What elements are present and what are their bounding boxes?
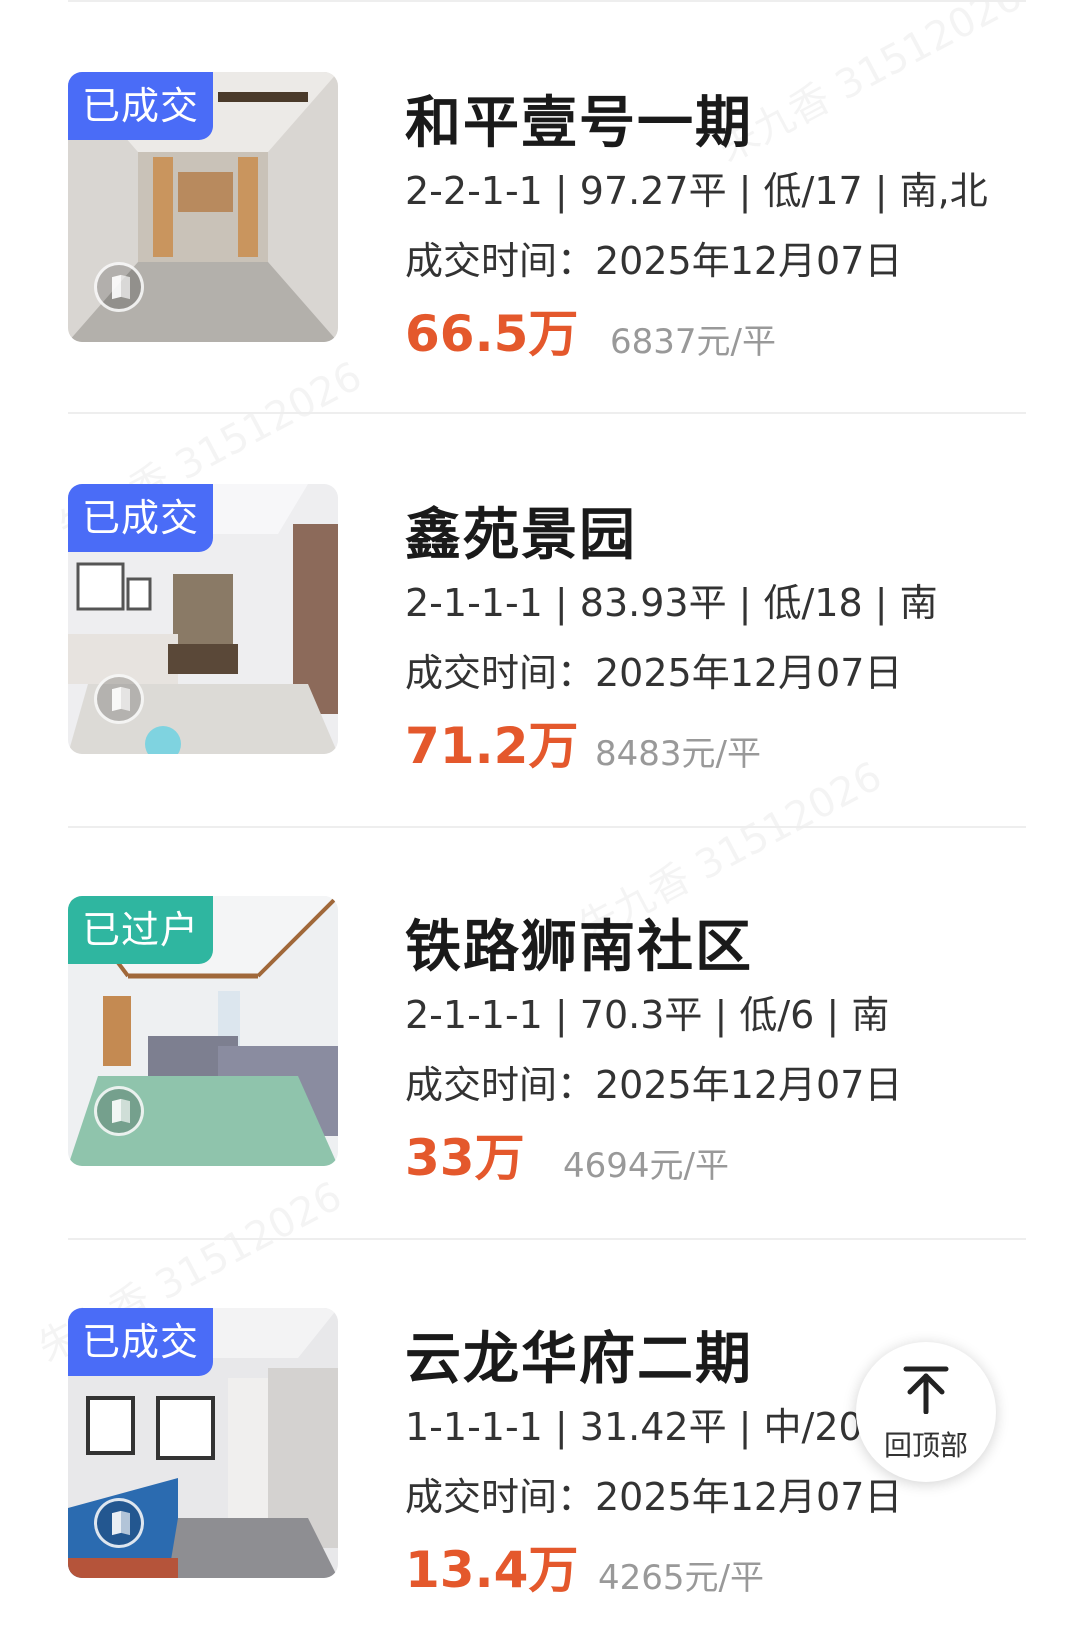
unit-price: 6837元/平 [610, 322, 776, 362]
deal-time: 成交时间：2025年12月07日 [405, 651, 903, 695]
status-tag: 已过户 [68, 896, 214, 964]
listing-specs: 2-2-1-1 | 97.27平 | 低/17 | 南,北 [405, 169, 988, 213]
total-price: 13.4万 [405, 1541, 579, 1599]
total-price: 66.5万 [405, 305, 579, 363]
arrow-up-icon [903, 1366, 949, 1414]
divider [68, 0, 1026, 2]
divider [68, 826, 1026, 828]
deal-time: 成交时间：2025年12月07日 [405, 1063, 903, 1107]
back-to-top-label: 回顶部 [883, 1429, 968, 1462]
listing-item[interactable]: 已成交 鑫苑景园 2-1-1-1 | 83.93平 | 低/18 | 南 成交时… [0, 484, 1080, 784]
listing-photo[interactable]: 已过户 [68, 896, 338, 1166]
vr-tour-icon[interactable] [94, 674, 144, 724]
back-to-top-button[interactable]: 回顶部 [856, 1342, 996, 1482]
listing-photo[interactable]: 已成交 [68, 72, 338, 342]
sold-listings-page: 朱九香 31512026 朱九香 31512026 朱九香 31512026 朱… [0, 0, 1080, 1634]
listing-title[interactable]: 铁路狮南社区 [405, 902, 753, 983]
vr-tour-icon[interactable] [94, 1498, 144, 1548]
vr-tour-icon[interactable] [94, 1086, 144, 1136]
deal-time: 成交时间：2025年12月07日 [405, 1475, 903, 1519]
total-price: 71.2万 [405, 717, 579, 775]
listing-item[interactable]: 已成交 和平壹号一期 2-2-1-1 | 97.27平 | 低/17 | 南,北… [0, 72, 1080, 372]
status-tag: 已成交 [68, 484, 214, 552]
listing-specs: 1-1-1-1 | 31.42平 | 中/20 | [405, 1405, 888, 1449]
status-tag: 已成交 [68, 1308, 214, 1376]
divider [68, 1238, 1026, 1240]
divider [68, 412, 1026, 414]
listing-photo[interactable]: 已成交 [68, 1308, 338, 1578]
total-price: 33万 [405, 1129, 525, 1187]
listing-title[interactable]: 和平壹号一期 [405, 78, 753, 159]
listing-item[interactable]: 已过户 铁路狮南社区 2-1-1-1 | 70.3平 | 低/6 | 南 成交时… [0, 896, 1080, 1196]
unit-price: 8483元/平 [595, 734, 761, 774]
unit-price: 4265元/平 [598, 1558, 764, 1598]
vr-tour-icon[interactable] [94, 262, 144, 312]
listing-title[interactable]: 云龙华府二期 [405, 1314, 753, 1395]
unit-price: 4694元/平 [563, 1146, 729, 1186]
listing-title[interactable]: 鑫苑景园 [405, 490, 637, 571]
listing-specs: 2-1-1-1 | 83.93平 | 低/18 | 南 [405, 581, 938, 625]
listing-specs: 2-1-1-1 | 70.3平 | 低/6 | 南 [405, 993, 890, 1037]
deal-time: 成交时间：2025年12月07日 [405, 239, 903, 283]
listing-photo[interactable]: 已成交 [68, 484, 338, 754]
status-tag: 已成交 [68, 72, 214, 140]
